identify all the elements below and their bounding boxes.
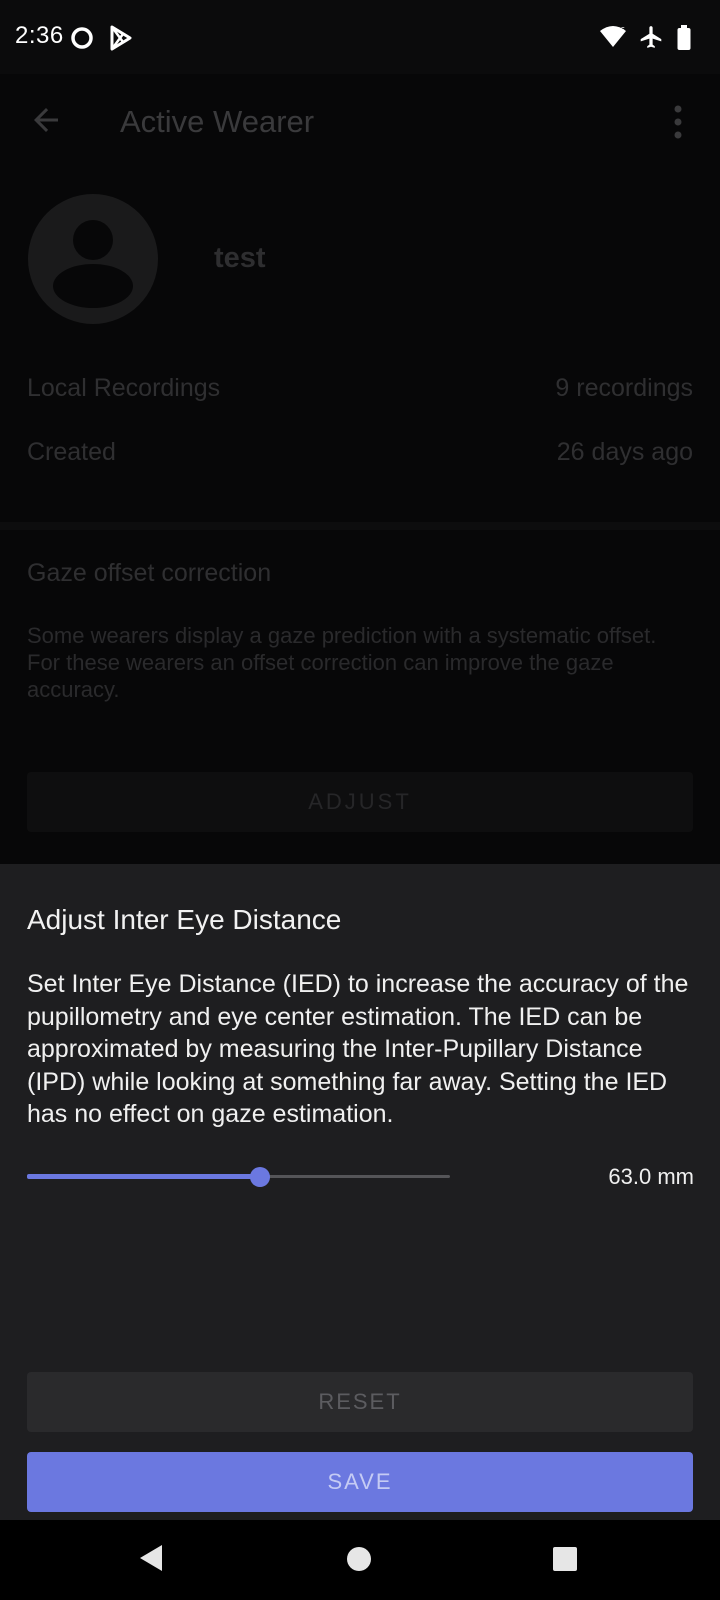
active-wearer-page: Active Wearer test Local Recordings 9 re… xyxy=(0,74,720,864)
section-divider xyxy=(0,522,720,530)
circle-notification-icon xyxy=(71,27,93,49)
gaze-offset-title: Gaze offset correction xyxy=(27,559,272,587)
ied-value: 63.0 mm xyxy=(608,1164,694,1189)
screen: 2:36 6 Active Wearer test Local Recordin… xyxy=(0,0,720,1600)
sheet-description: Set Inter Eye Distance (IED) to increase… xyxy=(27,970,689,1128)
ied-bottom-sheet: Adjust Inter Eye Distance Set Inter Eye … xyxy=(0,864,720,1520)
wearer-name: test xyxy=(214,242,266,274)
ied-slider[interactable] xyxy=(27,1162,450,1192)
local-recordings-row: Local Recordings 9 recordings xyxy=(27,374,693,414)
nav-back-icon[interactable] xyxy=(136,1542,164,1574)
created-row: Created 26 days ago xyxy=(27,438,693,478)
info-label: Created xyxy=(27,438,116,466)
info-value: 9 recordings xyxy=(555,374,693,402)
navigation-bar xyxy=(0,1520,720,1600)
nav-home-icon[interactable] xyxy=(346,1546,372,1572)
reset-button[interactable]: RESET xyxy=(27,1372,693,1432)
status-bar: 2:36 6 xyxy=(0,0,720,74)
page-title: Active Wearer xyxy=(120,104,315,139)
sheet-title: Adjust Inter Eye Distance xyxy=(27,904,342,935)
nav-recents-icon[interactable] xyxy=(552,1546,578,1572)
info-label: Local Recordings xyxy=(27,374,221,402)
more-vert-icon[interactable] xyxy=(672,104,684,140)
wifi-icon: 6 xyxy=(600,26,626,47)
arrow-back-icon[interactable] xyxy=(28,102,64,138)
slider-active-track xyxy=(27,1174,260,1179)
svg-text:6: 6 xyxy=(620,26,625,35)
play-store-icon xyxy=(110,25,132,51)
status-time: 2:36 xyxy=(15,22,64,49)
airplane-mode-icon xyxy=(640,26,662,48)
battery-icon xyxy=(677,25,691,50)
gaze-offset-description: Some wearers display a gaze prediction w… xyxy=(27,623,657,702)
slider-thumb[interactable] xyxy=(249,1167,270,1187)
info-value: 26 days ago xyxy=(556,438,693,466)
adjust-button[interactable]: ADJUST xyxy=(27,772,693,832)
save-button[interactable]: SAVE xyxy=(27,1452,693,1512)
account-circle-icon xyxy=(28,194,158,324)
